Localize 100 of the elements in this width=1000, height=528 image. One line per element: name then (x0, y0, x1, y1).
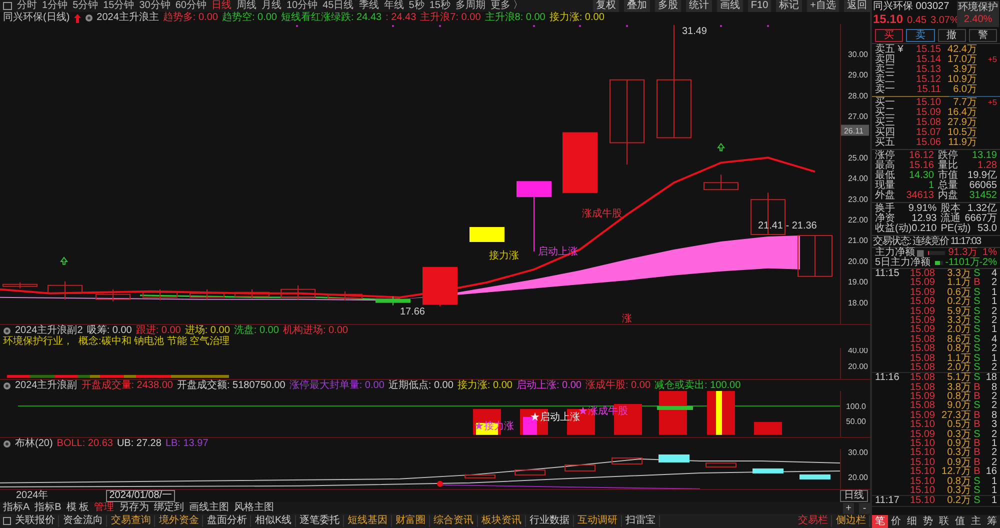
order-change: +5 (986, 55, 997, 65)
period-tab[interactable]: 更多 〉 (490, 0, 524, 12)
chart-annotation: 涨 (622, 313, 632, 324)
box-icon[interactable] (917, 250, 924, 256)
sector-box[interactable]: 环境保护 2.40% (957, 1, 999, 27)
taskbar-item[interactable]: 逐笔委托 (296, 515, 344, 527)
trade-volume: 9.0万 (947, 401, 971, 411)
trade-button[interactable]: 卖 (906, 29, 934, 42)
panel-tab[interactable]: 势 (920, 515, 936, 528)
taskbar-item[interactable]: 财富圈 (392, 515, 430, 527)
indicator-readout: 进场: 0.00 (184, 324, 230, 336)
gear-icon[interactable] (3, 440, 11, 448)
indicator-tab[interactable]: 模 板 (66, 502, 90, 514)
taskbar-item[interactable]: 资金流向 (60, 515, 107, 527)
taskbar-item[interactable]: 侧边栏 (833, 515, 870, 527)
layout-icon[interactable] (3, 2, 12, 10)
trade-button[interactable]: 撤 (938, 29, 966, 42)
period-tab[interactable]: 10分钟 (286, 0, 318, 12)
period-tab[interactable]: 分时 (17, 0, 37, 12)
taskbar-item[interactable]: 综合资讯 (430, 515, 478, 527)
taskbar-item[interactable]: 相似K线 (252, 515, 296, 527)
stat-label: 最低 (875, 171, 895, 181)
period-tab[interactable]: 60分钟 (175, 0, 206, 12)
period-tab[interactable]: 日线 (212, 0, 232, 12)
trade-button[interactable]: 买 (875, 29, 904, 42)
taskbar-item[interactable]: 交易查询 (108, 515, 155, 527)
chart-annotation: 涨成牛股 (582, 208, 622, 220)
checkbox-icon[interactable] (3, 517, 11, 525)
indicator-tab[interactable]: 绑定到 (154, 502, 184, 514)
panel-tab[interactable]: 笔 (872, 515, 888, 528)
indicator-readout: 开盘成交量: 2438.00 (81, 380, 173, 392)
period-tab[interactable]: 月线 (262, 0, 282, 12)
period-tab[interactable]: 5秒 (408, 0, 424, 12)
period-tab[interactable]: 45日线 (322, 0, 354, 12)
stat-value: 34613 (906, 191, 934, 201)
period-tab[interactable]: 多周期 (455, 0, 486, 12)
toolbar-button[interactable]: 画线 (716, 0, 743, 12)
indicator-tab[interactable]: 另存为 (119, 502, 150, 514)
trade-side: S (972, 401, 982, 411)
indicator-readout: 吸筹: 0.00 (86, 324, 132, 336)
period-tab[interactable]: 5分钟 (72, 0, 98, 12)
toolbar-button[interactable]: 标记 (776, 0, 802, 12)
stat-value: 9.91% (908, 204, 937, 214)
period-tab[interactable]: 1分钟 (42, 0, 68, 12)
taskbar-item[interactable]: 关联报价 (12, 515, 59, 527)
taskbar-item[interactable]: 交易栏 (795, 515, 832, 527)
period-tab[interactable]: 15秒 (429, 0, 450, 12)
zoom-button[interactable]: - (859, 502, 870, 514)
toolbar-button[interactable]: +自选 (807, 0, 839, 12)
taskbar-item[interactable]: 扫雷宝 (622, 515, 660, 527)
period-tab[interactable]: 年线 (384, 0, 404, 12)
trade-price: 15.10 (908, 420, 935, 430)
toolbar-button[interactable]: 叠加 (624, 0, 650, 12)
indicator-readout: 开盘成交额: 5180750.00 (176, 380, 286, 392)
stat-label: 量比 (938, 161, 958, 171)
order-volume: 42.4万 (946, 45, 977, 55)
toolbar-button[interactable]: F10 (748, 0, 772, 12)
indicator-tab[interactable]: 风格主图 (234, 502, 274, 514)
period-tab[interactable]: 周线 (236, 0, 256, 12)
taskbar-item[interactable]: 行业数据 (526, 515, 574, 527)
panel-tab[interactable]: 值 (952, 515, 968, 528)
stat-value: 31452 (969, 191, 997, 201)
period-tab[interactable]: 季线 (358, 0, 379, 12)
toolbar-button[interactable]: 复权 (592, 0, 619, 12)
gear-icon[interactable] (84, 14, 93, 22)
indicator-tab[interactable]: 指标A (3, 502, 30, 514)
indicator-tab[interactable]: 管理 (94, 502, 114, 514)
taskbar-item[interactable]: 板块资讯 (478, 515, 526, 527)
stock-name: 同兴环保 003027 (873, 1, 950, 13)
trade-side: S (972, 297, 982, 307)
period-tab[interactable]: 30分钟 (139, 0, 170, 12)
zoom-button[interactable]: + (843, 502, 854, 514)
indicator-readout: 主升浪7: 0.00 (420, 12, 481, 24)
trade-side: S (972, 344, 982, 354)
taskbar-item[interactable]: 盘面分析 (204, 515, 251, 527)
taskbar-item[interactable]: 互动调研 (574, 515, 622, 527)
toolbar-button[interactable]: 返回 (844, 0, 870, 12)
panel-tab[interactable]: 价 (888, 515, 904, 528)
indicator-readout: 趋势多: 0.00 (162, 12, 218, 24)
taskbar-item[interactable]: 境外资金 (156, 515, 203, 527)
stat-label: 跌停 (938, 151, 958, 161)
stat-label: PE(动) (940, 224, 971, 234)
trade-count: 3 (990, 420, 997, 430)
stat-label: 内盘 (938, 191, 958, 201)
stat-value: 1.32亿 (968, 204, 997, 214)
order-change: +5 (986, 98, 997, 108)
panel-tab[interactable]: 联 (936, 515, 952, 528)
taskbar-item[interactable]: 短线基因 (344, 515, 392, 527)
panel-tab[interactable]: 主 (968, 515, 984, 528)
panel-tab[interactable]: 细 (904, 515, 920, 528)
trade-button[interactable]: 警 (968, 29, 997, 42)
up-arrow-icon (74, 14, 81, 22)
toolbar-button[interactable]: 多股 (654, 0, 681, 12)
indicator-tab[interactable]: 指标B (34, 502, 62, 514)
gear-icon[interactable] (3, 382, 11, 390)
indicator-readout: 机构进场: 0.00 (282, 324, 348, 337)
indicator-tab[interactable]: 画线主图 (189, 502, 230, 514)
period-tab[interactable]: 15分钟 (103, 0, 134, 12)
gear-icon[interactable] (3, 326, 11, 335)
panel-tab[interactable]: 筹 (984, 515, 1000, 528)
